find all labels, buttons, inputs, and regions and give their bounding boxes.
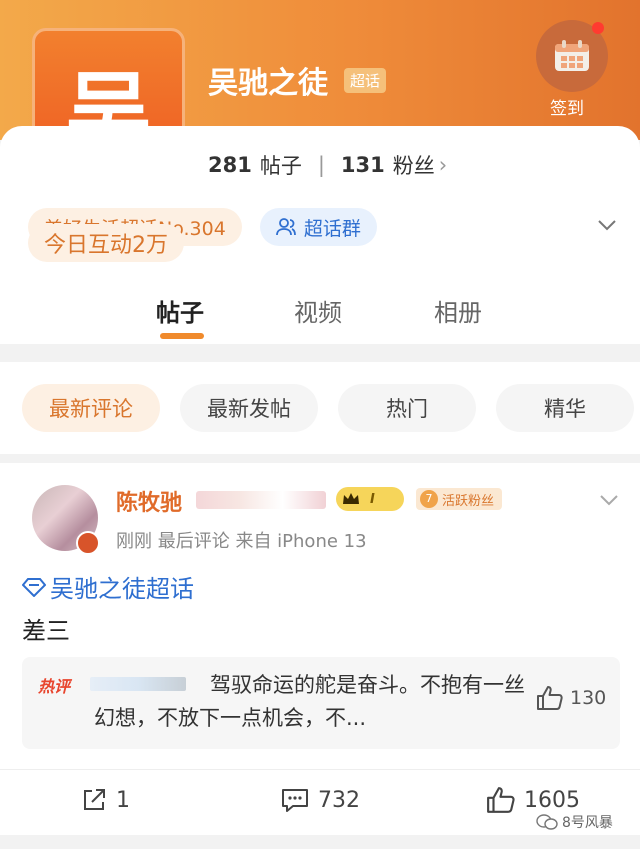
hot-comment-like[interactable]: 130: [536, 685, 606, 711]
like-button[interactable]: 1605: [486, 786, 580, 814]
topic-link[interactable]: 吴驰之徒超话: [22, 569, 194, 604]
post-card: 陈牧驰 I 7 活跃粉丝 刚刚 最后评论 来自 iPhone 13 吴驰之徒超话…: [0, 463, 640, 835]
comment-count: 732: [318, 787, 360, 813]
topic-label: 吴驰之徒超话: [50, 575, 194, 603]
filter-latest-post[interactable]: 最新发帖: [180, 384, 318, 432]
supertopic-badge: 超话: [344, 68, 387, 93]
notification-dot: [592, 22, 604, 34]
post-body: 差三: [22, 617, 70, 645]
chevron-down-icon[interactable]: [598, 489, 620, 511]
page-title: 吴驰之徒: [208, 66, 328, 101]
filter-latest-comment[interactable]: 最新评论: [22, 384, 160, 432]
wechat-icon: [536, 814, 558, 830]
comment-button[interactable]: 732: [280, 786, 360, 814]
crown-icon: [343, 493, 359, 504]
filter-featured[interactable]: 精华: [496, 384, 634, 432]
crown-level: I: [370, 491, 375, 507]
tab-bar: 帖子 视频 相册: [0, 285, 640, 345]
author-name[interactable]: 陈牧驰: [116, 485, 182, 517]
posts-count: 281: [208, 153, 252, 177]
hot-comment-text: 驾驭命运的舵是奋斗。不抱有一丝幻想，不放下一点机会，不...: [94, 673, 525, 730]
calendar-icon: [555, 40, 589, 71]
posts-label: 帖子: [259, 154, 302, 178]
share-button[interactable]: 1: [80, 786, 130, 814]
tab-indicator: [160, 333, 204, 339]
group-chip-label: 超话群: [303, 217, 361, 240]
thumbs-up-icon: [537, 686, 563, 710]
fan-level: 7: [420, 490, 438, 508]
fans-count: 131: [340, 153, 385, 177]
tab-videos[interactable]: 视频: [294, 293, 342, 328]
fan-badge-label: 活跃粉丝: [442, 493, 495, 509]
fan-badge: 7 活跃粉丝: [416, 488, 503, 510]
filter-hot[interactable]: 热门: [338, 384, 476, 432]
checkin-label[interactable]: 签到: [550, 94, 584, 119]
like-count: 1605: [524, 787, 580, 813]
crown-badge: I: [336, 487, 404, 511]
comment-icon: [282, 789, 308, 812]
filter-bar: 最新评论 最新发帖 热门 精华: [0, 362, 640, 454]
watermark-text: 8号风暴: [562, 815, 613, 831]
fans-label: 粉丝: [392, 154, 435, 178]
group-icon: [275, 218, 296, 236]
hot-comment-tag: 热评: [38, 677, 71, 696]
stats-row[interactable]: 281 帖子 | 131 粉丝 ›: [208, 150, 447, 180]
chevron-right-icon: ›: [438, 153, 448, 177]
stats-divider: |: [317, 153, 325, 177]
hot-comment[interactable]: 热评 驾驭命运的舵是奋斗。不抱有一丝幻想，不放下一点机会，不... 130: [22, 657, 620, 749]
blurred-name: [196, 491, 326, 509]
share-icon: [84, 789, 105, 810]
chip-row: 美好生活超话No.304 今日互动2万 超话群: [28, 208, 395, 262]
share-count: 1: [116, 787, 130, 813]
verified-badge: [76, 531, 100, 555]
post-meta: 刚刚 最后评论 来自 iPhone 13: [116, 531, 367, 552]
chevron-down-icon[interactable]: [596, 214, 618, 236]
tab-posts[interactable]: 帖子: [156, 293, 204, 328]
diamond-icon: [22, 577, 46, 597]
watermark: 8号风暴: [536, 812, 613, 832]
hot-comment-likes: 130: [570, 687, 607, 709]
activity-chip[interactable]: 今日互动2万: [28, 224, 184, 262]
group-chip[interactable]: 超话群: [259, 208, 377, 246]
thumbs-up-icon: [487, 787, 515, 813]
tab-albums[interactable]: 相册: [434, 293, 482, 328]
